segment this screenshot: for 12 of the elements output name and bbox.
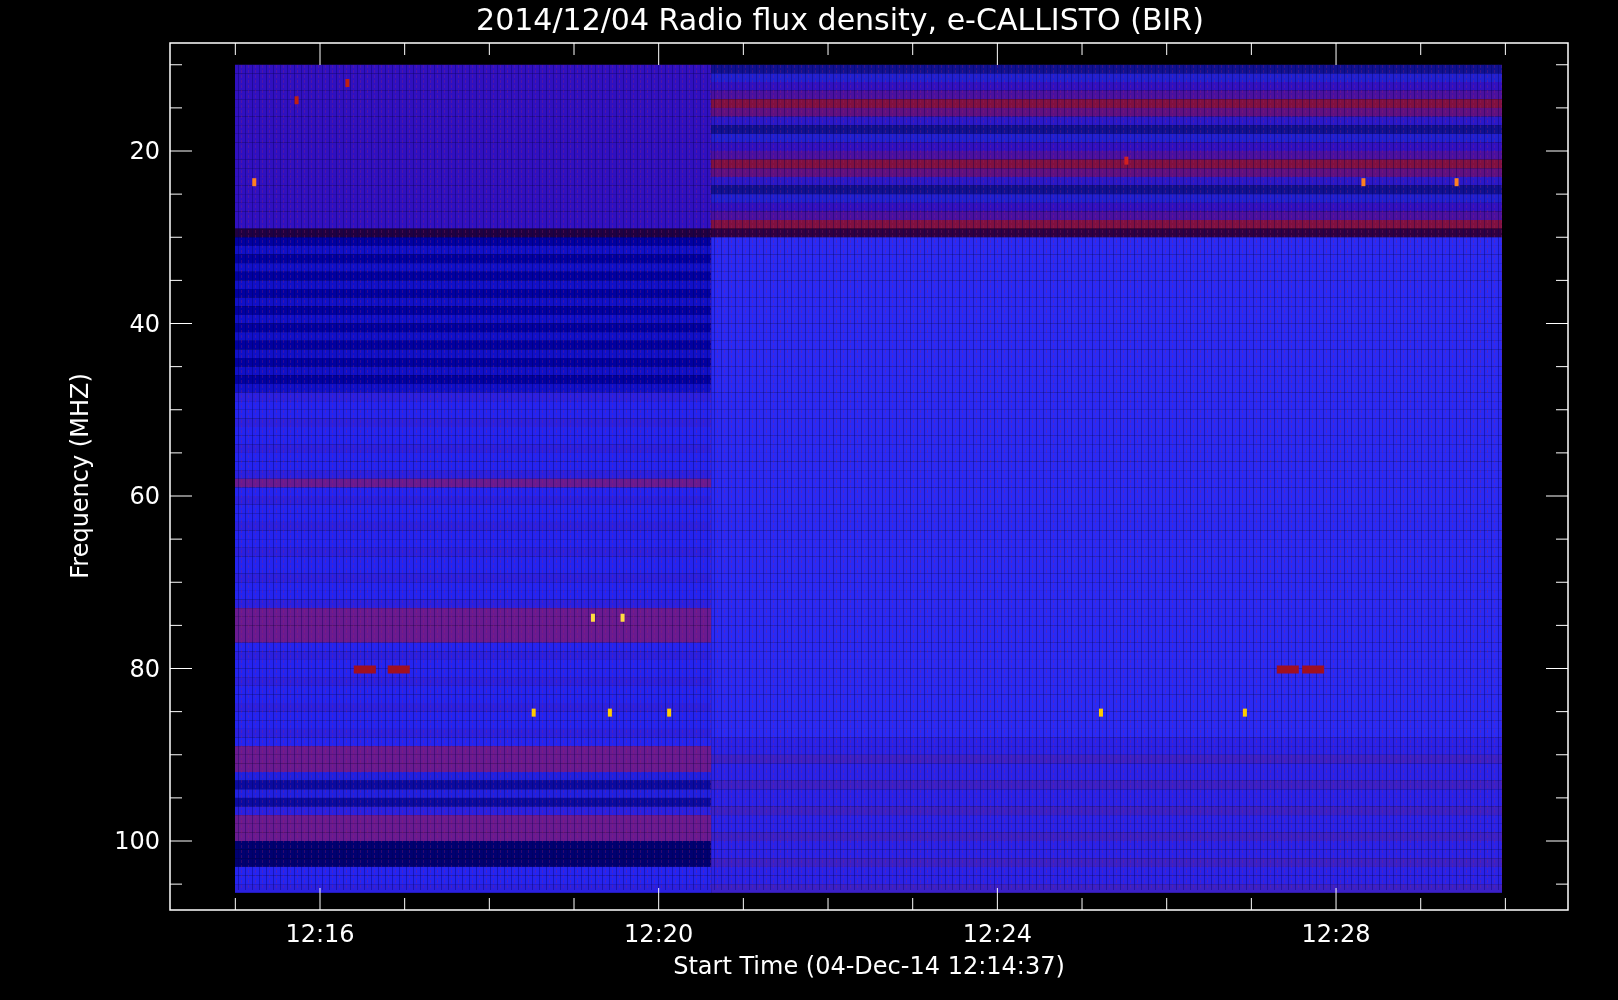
y-tick-label: 40 — [129, 309, 160, 338]
y-tick-label: 60 — [129, 482, 160, 510]
x-axis-label: Start Time (04-Dec-14 12:14:37) — [673, 952, 1065, 980]
x-tick-label: 12:28 — [1301, 920, 1371, 948]
y-tick-label: 20 — [129, 137, 160, 165]
chart-title: 2014/12/04 Radio flux density, e-CALLISTO (BIR) — [476, 2, 1204, 37]
y-axis-label: Frequency (MHZ) — [66, 373, 94, 579]
x-tick-label: 12:20 — [624, 920, 694, 948]
y-tick-label: 80 — [129, 654, 160, 683]
x-tick-label: 12:24 — [962, 920, 1032, 948]
y-tick-label: 100 — [114, 827, 160, 855]
x-tick-label: 12:16 — [285, 920, 355, 948]
